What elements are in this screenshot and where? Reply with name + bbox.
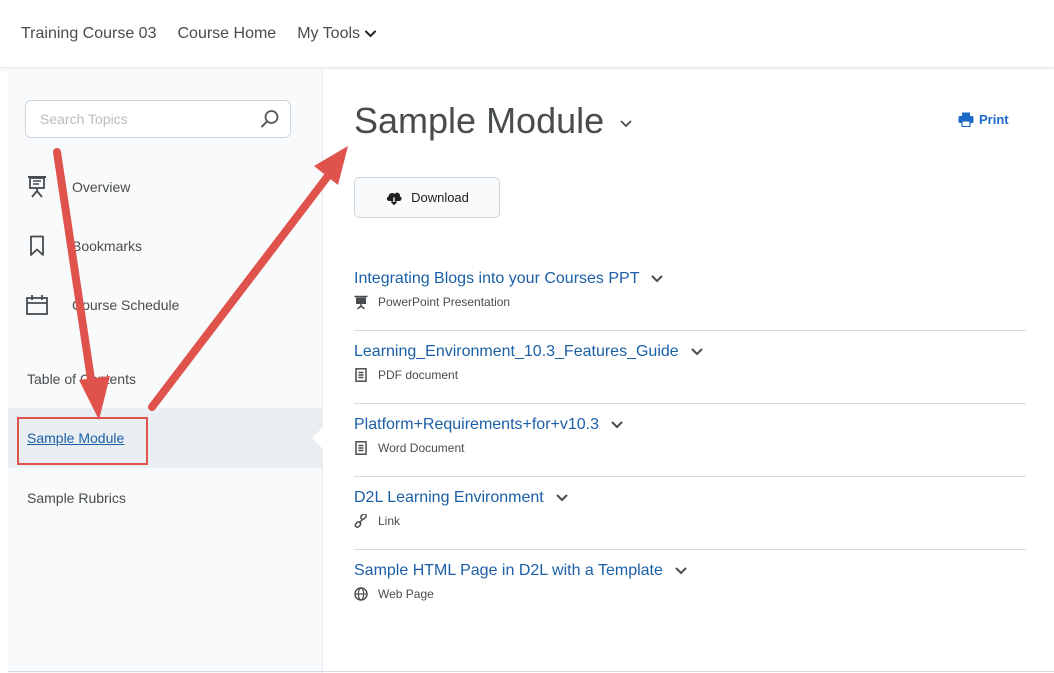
topic-title: D2L Learning Environment [354,489,544,506]
annotation-highlight-box [17,417,148,465]
topic-title: Learning_Environment_10.3_Features_Guide [354,343,679,360]
course-name-link[interactable]: Training Course 03 [21,25,156,43]
sidebar-item-label: Course Schedule [72,297,180,313]
topic-link[interactable]: Integrating Blogs into your Courses PPT [354,270,663,288]
sidebar-item-course-schedule[interactable]: Course Schedule [24,292,179,318]
chevron-down-icon[interactable] [675,567,687,575]
chevron-down-icon[interactable] [556,494,568,502]
toc-item-sample-rubrics[interactable]: Sample Rubrics [27,490,126,506]
topic-type-label: PDF document [378,368,459,382]
active-indicator [312,426,324,450]
cloud-download-icon [386,192,402,205]
topic-title: Sample HTML Page in D2L with a Template [354,562,663,579]
chevron-down-icon[interactable] [651,275,663,283]
topic-type-label: Web Page [378,587,434,601]
print-label: Print [979,112,1009,127]
topic-type: Word Document [354,441,464,455]
topic-type: PDF document [354,368,458,382]
chevron-down-icon [365,30,377,37]
topic-title: Integrating Blogs into your Courses PPT [354,270,640,287]
powerpoint-icon [354,295,368,309]
download-label: Download [411,190,469,205]
topic-link[interactable]: Sample HTML Page in D2L with a Template [354,562,687,580]
topic-link[interactable]: Platform+Requirements+for+v10.3 [354,416,623,434]
chevron-down-icon [620,120,632,128]
list-item: Integrating Blogs into your Courses PPT … [354,258,1026,331]
course-navbar: Training Course 03 Course Home My Tools [0,0,1054,68]
page-title: Sample Module [354,100,605,141]
chevron-down-icon[interactable] [691,348,703,356]
module-content: Sample Module Print Download Integrating… [324,70,1054,673]
table-of-contents-label[interactable]: Table of Contents [27,371,136,387]
module-title[interactable]: Sample Module [354,100,632,142]
my-tools-menu[interactable]: My Tools [297,24,377,43]
list-item: Learning_Environment_10.3_Features_Guide… [354,331,1026,404]
course-home-link[interactable]: Course Home [177,25,276,43]
list-item: Platform+Requirements+for+v10.3 Word Doc… [354,404,1026,477]
sidebar-item-label: Bookmarks [72,238,143,254]
print-button[interactable]: Print [958,112,1009,127]
search-topics-box [25,100,291,138]
link-icon [354,514,368,528]
search-icon[interactable] [260,109,280,129]
content-topic-list: Integrating Blogs into your Courses PPT … [354,258,1026,623]
download-button[interactable]: Download [354,177,500,218]
topic-type-label: PowerPoint Presentation [378,295,511,309]
sidebar-item-overview[interactable]: Overview [24,174,130,200]
divider [8,671,1054,672]
my-tools-label: My Tools [297,24,361,42]
topic-type-label: Word Document [378,441,465,455]
content-sidebar: Overview Bookmarks Course Schedule Table… [8,70,324,673]
document-icon [354,441,368,455]
chevron-down-icon[interactable] [611,421,623,429]
topic-type: Link [354,514,400,528]
sidebar-item-label: Overview [72,179,131,195]
topic-type: PowerPoint Presentation [354,295,510,309]
calendar-icon [24,292,50,318]
bookmark-icon [24,233,50,259]
printer-icon [958,112,974,127]
list-item: D2L Learning Environment Link [354,477,1026,550]
topic-link[interactable]: D2L Learning Environment [354,489,568,507]
topic-type-label: Link [378,514,401,528]
document-icon [354,368,368,382]
search-topics-input[interactable] [26,101,246,137]
globe-icon [354,587,368,601]
topic-link[interactable]: Learning_Environment_10.3_Features_Guide [354,343,703,361]
list-item: Sample HTML Page in D2L with a Template … [354,550,1026,623]
presentation-icon [24,174,50,200]
topic-type: Web Page [354,587,434,601]
topic-title: Platform+Requirements+for+v10.3 [354,416,600,433]
sidebar-item-bookmarks[interactable]: Bookmarks [24,233,142,259]
